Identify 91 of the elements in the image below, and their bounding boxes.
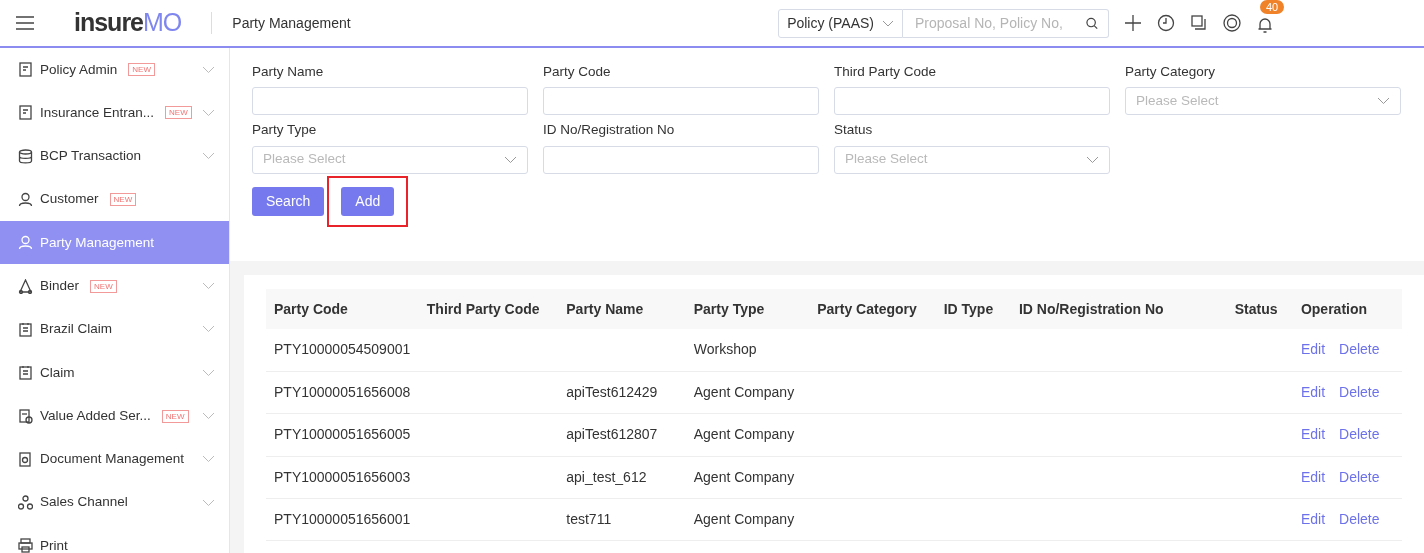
new-badge: NEW <box>109 193 137 207</box>
document-add-icon <box>18 408 33 424</box>
chevron-down-icon <box>1377 97 1390 106</box>
table-cell: apiTest612429 <box>566 384 658 401</box>
table-cell: PTY10000051656005 <box>274 426 411 443</box>
sidebar-item[interactable]: Value Added Ser... NEW <box>0 394 229 438</box>
delete-link[interactable]: Delete <box>1339 384 1380 401</box>
table-cell: PTY10000051656001 <box>274 511 411 528</box>
document-icon <box>18 105 33 121</box>
table-cell: test711 <box>566 511 612 528</box>
edit-link[interactable]: Edit <box>1300 426 1326 443</box>
notification-badge: 40 <box>1260 0 1285 14</box>
table-cell: PTY10000054509001 <box>274 341 411 358</box>
table-cell: Workshop <box>693 341 757 358</box>
edit-link[interactable]: Edit <box>1300 468 1326 485</box>
network-icon <box>18 278 33 294</box>
table-cell: Agent Company <box>693 384 795 401</box>
column-header: Party Category <box>809 289 936 329</box>
search-button[interactable]: Search <box>252 186 325 216</box>
sidebar-item[interactable]: Binder NEW <box>0 264 229 308</box>
nodes-icon <box>18 495 33 511</box>
delete-link[interactable]: Delete <box>1339 511 1380 528</box>
table-cell: Agent Company <box>693 426 795 443</box>
delete-link[interactable]: Delete <box>1339 426 1380 443</box>
add-button[interactable]: Add <box>341 186 395 216</box>
field-label: Party Code <box>543 63 612 81</box>
field-label: Status <box>834 121 874 140</box>
edit-link[interactable]: Edit <box>1300 511 1326 528</box>
document-icon <box>18 62 33 78</box>
input-field[interactable] <box>543 145 819 174</box>
sidebar-item[interactable]: Insurance Entran... NEW <box>0 91 229 135</box>
new-badge: NEW <box>165 106 192 120</box>
sidebar-item[interactable]: Print <box>0 524 229 553</box>
chevron-down-icon <box>504 155 517 164</box>
clipboard-icon <box>18 321 33 337</box>
chevron-down-icon <box>1086 155 1099 164</box>
printer-icon <box>18 538 33 553</box>
column-header: ID No/Registration No <box>1010 289 1227 329</box>
table-cell: Agent Company <box>693 511 795 528</box>
database-icon <box>18 148 33 164</box>
column-header: Operation <box>1292 289 1402 329</box>
new-badge: NEW <box>128 63 155 77</box>
search-icon <box>1085 16 1098 30</box>
field-label: ID No/Registration No <box>543 121 676 140</box>
scope-select[interactable]: Policy (PAAS) <box>778 8 903 38</box>
document-icon <box>18 451 33 467</box>
clock-icon[interactable] <box>1157 14 1175 32</box>
input-field[interactable] <box>252 87 528 116</box>
column-header: ID Type <box>935 289 1011 329</box>
input-field[interactable] <box>543 87 819 116</box>
delete-link[interactable]: Delete <box>1339 468 1380 485</box>
sidebar-item[interactable]: Sales Channel <box>0 480 229 525</box>
column-header: Party Code <box>266 289 419 329</box>
sidebar-item[interactable]: BCP Transaction <box>0 134 229 178</box>
input-field[interactable] <box>834 87 1110 116</box>
field-label: Party Type <box>252 121 318 140</box>
sidebar-item[interactable]: Claim <box>0 351 229 395</box>
field-label: Third Party Code <box>834 63 938 81</box>
new-badge: NEW <box>161 409 189 423</box>
field-label: Party Name <box>252 63 325 81</box>
table-cell: api_test_612 <box>566 468 647 485</box>
sidebar-item[interactable]: Brazil Claim <box>0 307 229 352</box>
search-field[interactable]: Proposal No, Policy No, <box>903 8 1109 38</box>
sidebar-item[interactable]: Party Management <box>0 221 229 265</box>
sidebar-item[interactable]: Document Management <box>0 437 229 481</box>
user-icon <box>18 192 33 208</box>
target-icon[interactable] <box>1223 14 1241 32</box>
table-cell: PTY10000051656003 <box>274 468 411 485</box>
table-cell: Agent Company <box>693 468 795 485</box>
sidebar-item[interactable]: Policy Admin NEW <box>0 48 229 92</box>
page-title: Party Management <box>232 13 351 33</box>
table-cell: apiTest612807 <box>566 426 658 443</box>
copy-icon[interactable] <box>1190 14 1208 32</box>
menu-icon[interactable] <box>16 16 34 30</box>
column-header: Party Name <box>558 289 686 329</box>
chevron-down-icon <box>882 19 894 27</box>
logo: insureMO <box>74 7 182 39</box>
table-cell: PTY10000051656008 <box>274 384 411 401</box>
delete-link[interactable]: Delete <box>1339 341 1380 358</box>
edit-link[interactable]: Edit <box>1300 384 1326 401</box>
new-badge: NEW <box>90 279 117 293</box>
edit-link[interactable]: Edit <box>1300 341 1326 358</box>
bell-icon[interactable] <box>1256 16 1274 35</box>
clipboard-icon <box>18 365 33 381</box>
column-header: Status <box>1226 289 1293 329</box>
field-label: Party Category <box>1125 63 1217 81</box>
plus-icon[interactable] <box>1124 14 1142 32</box>
user-icon <box>18 235 33 251</box>
sidebar-item[interactable]: Customer NEW <box>0 177 229 222</box>
column-header: Party Type <box>685 289 810 329</box>
column-header: Third Party Code <box>418 289 559 329</box>
